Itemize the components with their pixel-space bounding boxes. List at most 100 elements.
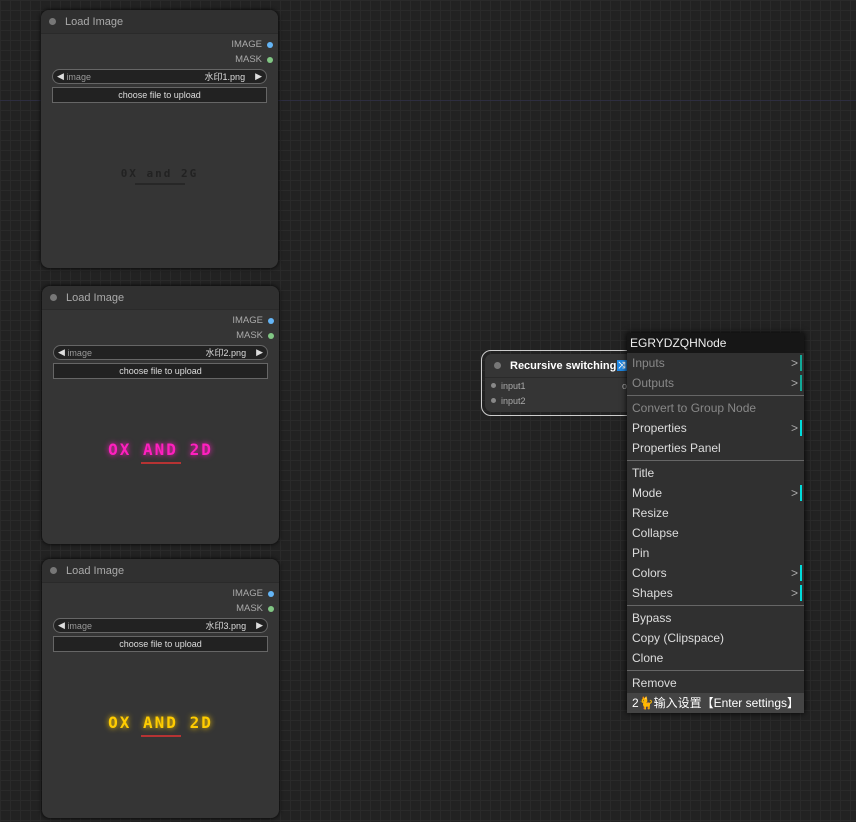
menu-item-label: Copy (Clipspace) — [632, 631, 725, 645]
menu-item-label: Convert to Group Node — [632, 401, 757, 415]
menu-item-label: Collapse — [632, 526, 679, 540]
output-label: MASK — [235, 54, 262, 65]
output-image[interactable]: IMAGE — [41, 37, 278, 52]
node-title: Load Image — [66, 291, 125, 304]
recursive-switching-node[interactable]: Recursive switching⤨ input1output input2 — [481, 350, 651, 416]
menu-item-label: Outputs — [632, 376, 675, 390]
arrow-right-icon[interactable]: ▶ — [255, 71, 262, 82]
load-image-node[interactable]: Load Image IMAGE MASK ◀ image 水印2.png ▶ ch… — [42, 286, 279, 544]
menu-item-label: Bypass — [632, 611, 672, 625]
menu-item-inputs[interactable]: Inputs > — [627, 353, 804, 373]
node-header[interactable]: Load Image — [42, 286, 279, 310]
menu-item-colors[interactable]: Colors > — [627, 563, 804, 583]
load-image-node[interactable]: Load Image IMAGE MASK ◀ image 水印3.png ▶ ch… — [42, 559, 279, 818]
menu-separator — [627, 670, 804, 671]
submenu-arrow-icon: > — [791, 353, 803, 373]
load-image-node[interactable]: Load Image IMAGE MASK ◀ image 水印1.png ▶ ch… — [41, 10, 278, 268]
combo-value: 水印1.png — [204, 72, 246, 82]
image-combo[interactable]: ◀ image 水印1.png ▶ — [52, 69, 267, 84]
context-menu: EGRYDZQHNode Inputs > Outputs > Convert to G… — [627, 333, 804, 713]
output-image[interactable]: IMAGE — [42, 313, 279, 328]
submenu-arrow-icon: > — [791, 418, 803, 438]
image-preview: OX AND 2D — [42, 655, 279, 795]
shuffle-icon: ⤨ — [617, 360, 627, 371]
arrow-left-icon[interactable]: ◀ — [57, 71, 64, 82]
arrow-left-icon[interactable]: ◀ — [58, 620, 65, 631]
arrow-right-icon[interactable]: ▶ — [256, 620, 263, 631]
upload-button[interactable]: choose file to upload — [53, 636, 268, 652]
menu-item-properties[interactable]: Properties > — [627, 418, 804, 438]
menu-item-outputs[interactable]: Outputs > — [627, 373, 804, 393]
node-title: Load Image — [66, 564, 125, 577]
watermark-subtext — [134, 183, 185, 185]
submenu-arrow-icon: > — [791, 483, 803, 503]
watermark-text: 0X and 2G — [120, 167, 199, 180]
node-header[interactable]: Load Image — [42, 559, 279, 583]
menu-item-label: Clone — [632, 651, 664, 665]
combo-value: 水印2.png — [205, 348, 247, 358]
collapse-dot[interactable] — [50, 294, 57, 301]
image-preview: 0X and 2G — [41, 106, 278, 246]
watermark-subtext — [140, 462, 181, 464]
collapse-dot[interactable] — [494, 362, 501, 369]
menu-item-mode[interactable]: Mode > — [627, 483, 804, 503]
menu-item-label: Remove — [632, 676, 677, 690]
node-title: Recursive switching — [510, 359, 617, 372]
input-slot-1[interactable]: input1output — [485, 378, 647, 393]
collapse-dot[interactable] — [49, 18, 56, 25]
context-menu-title: EGRYDZQHNode — [627, 333, 804, 353]
watermark-text: OX AND 2D — [108, 440, 213, 459]
upload-button[interactable]: choose file to upload — [52, 87, 267, 103]
menu-separator — [627, 395, 804, 396]
submenu-arrow-icon: > — [791, 373, 803, 393]
output-label: MASK — [236, 330, 263, 341]
combo-label: image — [67, 620, 92, 631]
input-slot-2[interactable]: input2 — [485, 393, 647, 408]
menu-item-clone[interactable]: Clone — [627, 648, 804, 668]
menu-item-collapse[interactable]: Collapse — [627, 523, 804, 543]
output-mask[interactable]: MASK — [42, 601, 279, 616]
arrow-right-icon[interactable]: ▶ — [256, 347, 263, 358]
watermark-subtext — [140, 735, 181, 737]
output-label: MASK — [236, 603, 263, 614]
collapse-dot[interactable] — [50, 567, 57, 574]
menu-item-resize[interactable]: Resize — [627, 503, 804, 523]
output-mask[interactable]: MASK — [42, 328, 279, 343]
menu-item-convert-to-group-node[interactable]: Convert to Group Node — [627, 398, 804, 418]
menu-item-properties-panel[interactable]: Properties Panel — [627, 438, 804, 458]
menu-item-bypass[interactable]: Bypass — [627, 608, 804, 628]
output-label: IMAGE — [232, 315, 263, 326]
menu-item-title[interactable]: Title — [627, 463, 804, 483]
submenu-arrow-icon: > — [791, 583, 803, 603]
watermark-text: OX AND 2D — [108, 713, 213, 732]
menu-item-shapes[interactable]: Shapes > — [627, 583, 804, 603]
menu-item-label: Colors — [632, 566, 667, 580]
image-preview: OX AND 2D — [42, 382, 279, 522]
menu-item-label: Properties — [632, 421, 687, 435]
image-combo[interactable]: ◀ image 水印3.png ▶ — [53, 618, 268, 633]
menu-item-pin[interactable]: Pin — [627, 543, 804, 563]
output-image[interactable]: IMAGE — [42, 586, 279, 601]
image-combo[interactable]: ◀ image 水印2.png ▶ — [53, 345, 268, 360]
menu-item-label: Shapes — [632, 586, 673, 600]
menu-item-label: 2🐈输入设置【Enter settings】 — [632, 696, 799, 710]
menu-item-label: Pin — [632, 546, 650, 560]
node-header[interactable]: Load Image — [41, 10, 278, 34]
output-label: IMAGE — [231, 39, 262, 50]
output-mask[interactable]: MASK — [41, 52, 278, 67]
menu-item-2-enter-settings[interactable]: 2🐈输入设置【Enter settings】 — [627, 693, 804, 713]
menu-item-label: Resize — [632, 506, 669, 520]
upload-button[interactable]: choose file to upload — [53, 363, 268, 379]
menu-separator — [627, 460, 804, 461]
node-header[interactable]: Recursive switching ⤨ — [485, 354, 647, 378]
menu-item-label: Mode — [632, 486, 663, 500]
input-label: input2 — [501, 395, 526, 406]
node-title: Load Image — [65, 15, 124, 28]
arrow-left-icon[interactable]: ◀ — [58, 347, 65, 358]
menu-item-remove[interactable]: Remove — [627, 673, 804, 693]
menu-item-copy-clipspace[interactable]: Copy (Clipspace) — [627, 628, 804, 648]
combo-value: 水印3.png — [205, 621, 247, 631]
output-label: IMAGE — [232, 588, 263, 599]
menu-item-label: Inputs — [632, 356, 665, 370]
submenu-arrow-icon: > — [791, 563, 803, 583]
